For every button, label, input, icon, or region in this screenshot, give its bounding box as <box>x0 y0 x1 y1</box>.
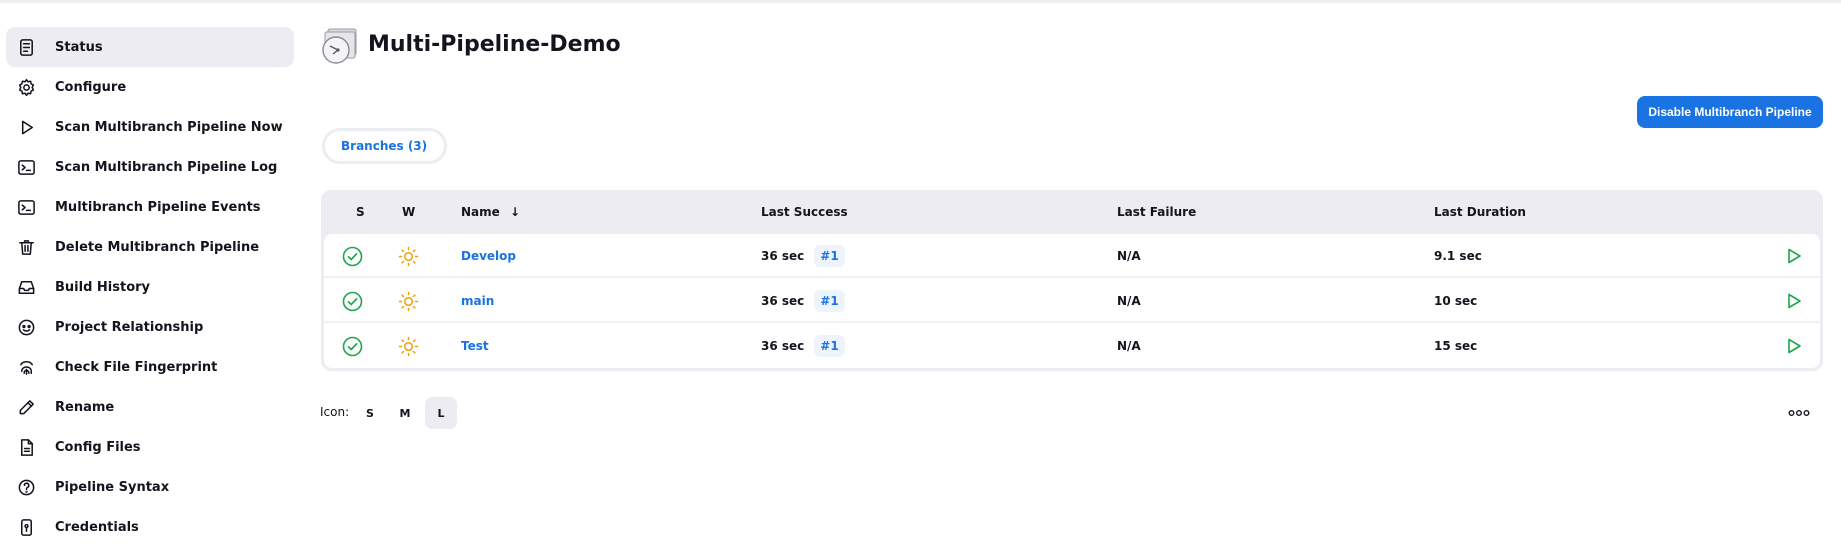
folder-icon <box>320 26 362 68</box>
fingerprint-icon <box>16 357 36 377</box>
icon-size-large-button[interactable]: L <box>425 397 457 429</box>
sidebar-item-status[interactable]: Status <box>6 27 294 67</box>
last-success-time: 36 sec <box>761 249 805 263</box>
sidebar-item-label: Scan Multibranch Pipeline Log <box>55 159 278 175</box>
column-header-last-duration[interactable]: Last Duration <box>1434 205 1526 219</box>
sidebar-item-label: Pipeline Syntax <box>55 479 170 495</box>
sidebar-item-credentials[interactable]: Credentials <box>6 507 294 547</box>
sidebar-item-scan-now[interactable]: Scan Multibranch Pipeline Now <box>6 107 294 147</box>
last-duration-cell: 15 sec <box>1434 339 1478 353</box>
sidebar-item-label: Multibranch Pipeline Events <box>55 199 261 215</box>
table-row: Develop 36 sec #1 N/A 9.1 sec <box>324 234 1820 278</box>
icon-size-medium-button[interactable]: M <box>389 397 421 429</box>
table-header: S W Name ↓ Last Success Last Failure Las… <box>324 190 1820 234</box>
column-header-last-success[interactable]: Last Success <box>761 205 848 219</box>
sidebar-item-label: Credentials <box>55 519 139 535</box>
last-duration-cell: 9.1 sec <box>1434 249 1482 263</box>
terminal-icon <box>16 157 36 177</box>
help-icon <box>16 477 36 497</box>
branches-table: S W Name ↓ Last Success Last Failure Las… <box>321 190 1823 371</box>
branch-name-link[interactable]: Test <box>461 324 489 368</box>
terminal-icon <box>16 197 36 217</box>
relationship-icon <box>16 317 36 337</box>
play-icon <box>16 117 36 137</box>
sidebar-item-label: Config Files <box>55 439 141 455</box>
sidebar-item-project-relationship[interactable]: Project Relationship <box>6 307 294 347</box>
sidebar-item-label: Project Relationship <box>55 319 204 335</box>
disable-multibranch-pipeline-button[interactable]: Disable Multibranch Pipeline <box>1637 96 1823 128</box>
last-failure-cell: N/A <box>1117 339 1141 353</box>
column-header-weather[interactable]: W <box>402 205 415 219</box>
column-header-name-label: Name <box>461 205 500 219</box>
column-header-name[interactable]: Name ↓ <box>461 205 520 219</box>
sidebar-item-scan-log[interactable]: Scan Multibranch Pipeline Log <box>6 147 294 187</box>
file-icon <box>16 437 36 457</box>
sunny-weather-icon <box>398 279 419 323</box>
branch-name-link[interactable]: main <box>461 279 494 323</box>
last-success-time: 36 sec <box>761 339 805 353</box>
table-row: main 36 sec #1 N/A 10 sec <box>324 279 1820 323</box>
last-duration-cell: 10 sec <box>1434 294 1478 308</box>
sidebar-item-events[interactable]: Multibranch Pipeline Events <box>6 187 294 227</box>
sunny-weather-icon <box>398 324 419 368</box>
build-number-link[interactable]: #1 <box>814 290 845 312</box>
sidebar-item-config-files[interactable]: Config Files <box>6 427 294 467</box>
page-title: Multi-Pipeline-Demo <box>368 32 621 57</box>
sort-arrow-icon: ↓ <box>509 205 521 219</box>
sidebar-item-label: Delete Multibranch Pipeline <box>55 239 260 255</box>
schedule-build-play-icon[interactable] <box>1785 324 1803 368</box>
last-failure-cell: N/A <box>1117 294 1141 308</box>
sidebar-item-build-history[interactable]: Build History <box>6 267 294 307</box>
sidebar-item-label: Configure <box>55 79 127 95</box>
build-number-link[interactable]: #1 <box>814 335 845 357</box>
branch-name-link[interactable]: Develop <box>461 234 516 278</box>
column-header-last-failure[interactable]: Last Failure <box>1117 205 1196 219</box>
build-number-link[interactable]: #1 <box>814 245 845 267</box>
sidebar-item-rename[interactable]: Rename <box>6 387 294 427</box>
status-icon <box>16 37 36 57</box>
success-status-icon <box>342 234 363 278</box>
table-row: Test 36 sec #1 N/A 15 sec <box>324 324 1820 368</box>
sidebar-item-label: Check File Fingerprint <box>55 359 218 375</box>
last-success-cell: 36 sec #1 <box>761 279 845 323</box>
schedule-build-play-icon[interactable] <box>1785 234 1803 278</box>
success-status-icon <box>342 324 363 368</box>
credentials-icon <box>16 517 36 537</box>
tab-bar: Branches (3) <box>322 128 448 164</box>
sidebar-item-label: Rename <box>55 399 115 415</box>
inbox-icon <box>16 277 36 297</box>
schedule-build-play-icon[interactable] <box>1785 279 1803 323</box>
sidebar-item-label: Status <box>55 39 103 55</box>
sidebar-item-configure[interactable]: Configure <box>6 67 294 107</box>
last-success-cell: 36 sec #1 <box>761 324 845 368</box>
sunny-weather-icon <box>398 234 419 278</box>
icon-size-label: Icon: <box>320 405 350 419</box>
sidebar: Status Configure Scan Multibranch Pipeli… <box>6 27 294 547</box>
table-body: Develop 36 sec #1 N/A 9.1 sec main 36 se… <box>324 234 1820 368</box>
sidebar-item-label: Build History <box>55 279 151 295</box>
sidebar-item-label: Scan Multibranch Pipeline Now <box>55 119 283 135</box>
column-header-status[interactable]: S <box>356 205 365 219</box>
more-options-icon[interactable] <box>1785 400 1813 426</box>
icon-size-small-button[interactable]: S <box>354 397 386 429</box>
tab-branches[interactable]: Branches (3) <box>341 139 427 153</box>
last-success-time: 36 sec <box>761 294 805 308</box>
sidebar-item-pipeline-syntax[interactable]: Pipeline Syntax <box>6 467 294 507</box>
sidebar-item-fingerprint[interactable]: Check File Fingerprint <box>6 347 294 387</box>
last-failure-cell: N/A <box>1117 249 1141 263</box>
top-divider <box>0 0 1841 3</box>
trash-icon <box>16 237 36 257</box>
sidebar-item-delete[interactable]: Delete Multibranch Pipeline <box>6 227 294 267</box>
gear-icon <box>16 77 36 97</box>
pencil-icon <box>16 397 36 417</box>
success-status-icon <box>342 279 363 323</box>
last-success-cell: 36 sec #1 <box>761 234 845 278</box>
